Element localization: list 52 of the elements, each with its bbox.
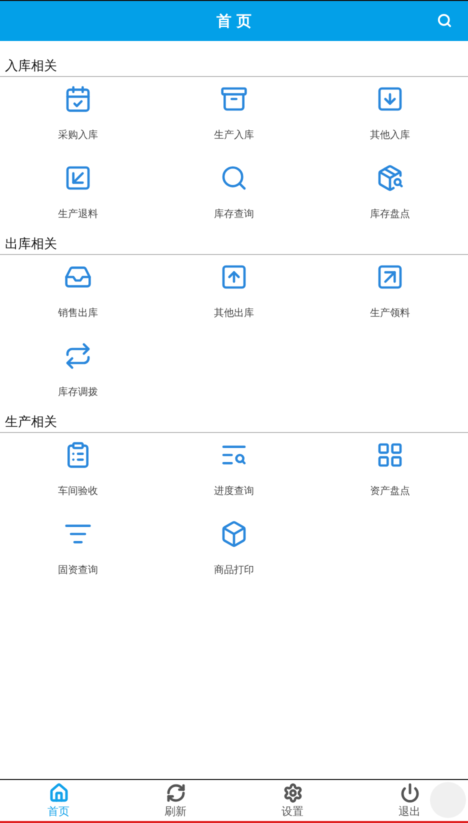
menu-item[interactable]: 销售出库 xyxy=(0,255,156,334)
menu-label: 库存盘点 xyxy=(370,208,410,221)
menu-item[interactable]: 生产退料 xyxy=(0,156,156,235)
calendar-check-icon xyxy=(64,85,92,113)
arrow-out-square-icon xyxy=(376,263,404,291)
tab[interactable]: 设置 xyxy=(234,780,351,821)
menu-label: 固资查询 xyxy=(58,564,98,577)
menu-label: 生产退料 xyxy=(58,208,98,221)
tab[interactable]: 退出 xyxy=(351,780,468,821)
refresh-icon xyxy=(166,783,186,803)
cube-icon xyxy=(220,520,248,548)
section-title: 生产相关 xyxy=(0,413,468,433)
menu-label: 库存查询 xyxy=(214,208,254,221)
search-icon xyxy=(220,164,248,192)
menu-label: 销售出库 xyxy=(58,306,98,320)
menu-item[interactable]: 车间验收 xyxy=(0,433,156,512)
menu-label: 生产入库 xyxy=(214,128,254,142)
menu-item[interactable]: 其他入库 xyxy=(312,77,468,156)
page-title: 首 页 xyxy=(216,12,252,30)
menu-label: 生产领料 xyxy=(370,306,410,320)
menu-label: 进度查询 xyxy=(214,484,254,498)
power-icon xyxy=(400,783,420,803)
menu-item[interactable]: 资产盘点 xyxy=(312,433,468,512)
swap-icon xyxy=(64,342,92,370)
box-search-icon xyxy=(376,164,404,192)
menu-item[interactable]: 其他出库 xyxy=(156,255,312,334)
menu-item[interactable]: 固资查询 xyxy=(0,512,156,591)
menu-item[interactable]: 采购入库 xyxy=(0,77,156,156)
home-icon xyxy=(48,783,68,803)
section-title: 出库相关 xyxy=(0,235,468,255)
menu-item[interactable]: 生产入库 xyxy=(156,77,312,156)
menu-item[interactable]: 进度查询 xyxy=(156,433,312,512)
tab[interactable]: 刷新 xyxy=(117,780,234,821)
menu-label: 库存调拨 xyxy=(58,386,98,399)
search-button[interactable] xyxy=(437,13,452,28)
menu-item[interactable]: 生产领料 xyxy=(312,255,468,334)
menu-label: 其他出库 xyxy=(214,306,254,320)
settings-icon xyxy=(282,783,302,803)
menu-item[interactable]: 商品打印 xyxy=(156,512,312,591)
download-icon xyxy=(376,85,404,113)
menu-item[interactable]: 库存调拨 xyxy=(0,334,156,413)
menu-label: 车间验收 xyxy=(58,484,98,498)
box-icon xyxy=(220,85,248,113)
menu-label: 商品打印 xyxy=(214,564,254,577)
upload-icon xyxy=(220,263,248,291)
menu-item[interactable]: 库存盘点 xyxy=(312,156,468,235)
section-title: 入库相关 xyxy=(0,57,468,77)
arrow-in-square-icon xyxy=(64,164,92,192)
menu-item[interactable]: 库存查询 xyxy=(156,156,312,235)
menu-label: 资产盘点 xyxy=(370,484,410,498)
menu-label: 其他入库 xyxy=(370,128,410,142)
menu-label: 采购入库 xyxy=(58,128,98,142)
